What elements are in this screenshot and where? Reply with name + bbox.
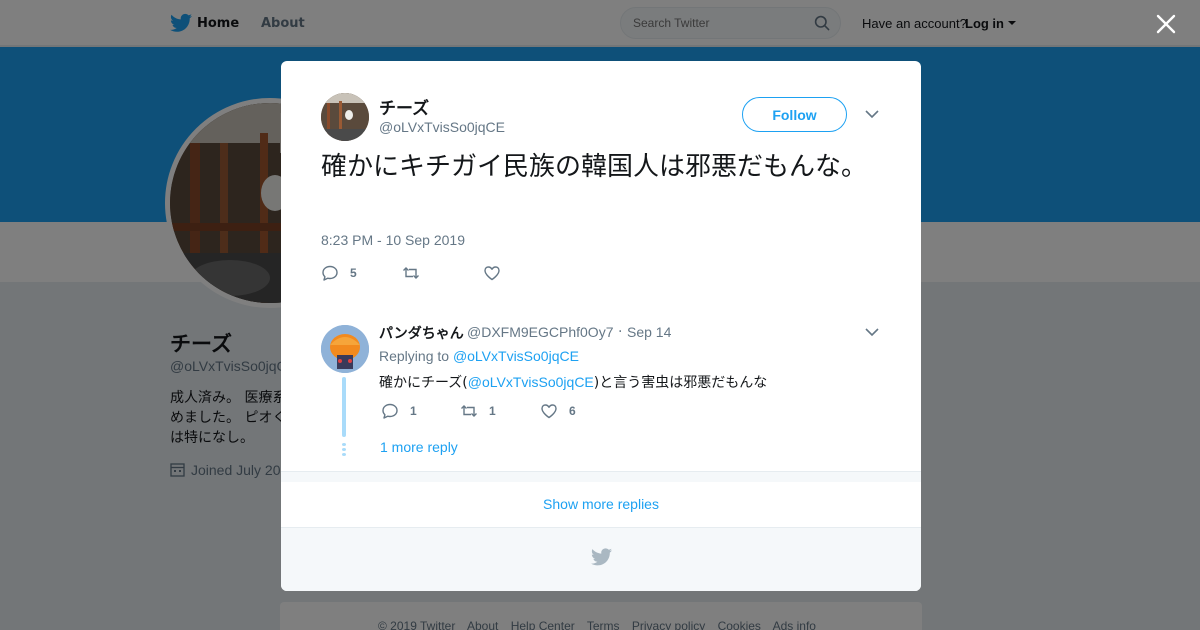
show-more-replies-button[interactable]: Show more replies	[281, 482, 921, 528]
tweet-author-name[interactable]: チーズ	[379, 94, 429, 119]
reply-mention-link[interactable]: @oLVxTvisSo0jqCE	[468, 374, 594, 390]
reply-author-avatar-photo	[321, 325, 369, 373]
tweet-author-avatar-photo	[321, 93, 369, 141]
reply-text: 確かにチーズ(@oLVxTvisSo0jqCE)と言う害虫は邪悪だもんな	[379, 372, 767, 392]
reply-reply-count: 1	[410, 404, 417, 418]
reply-retweet-count: 1	[489, 404, 496, 418]
reply-author-name[interactable]: パンダちゃん	[379, 323, 464, 343]
twitter-bird-icon	[591, 548, 612, 566]
reply-icon	[382, 403, 398, 419]
chevron-down-icon[interactable]	[865, 327, 879, 337]
more-reply-link[interactable]: 1 more reply	[380, 439, 458, 455]
reply-retweet-action[interactable]: 1	[460, 401, 496, 421]
retweet-action[interactable]	[402, 263, 431, 283]
heart-icon	[541, 404, 557, 419]
reply-author-avatar[interactable]	[321, 325, 369, 373]
tweet-author-handle[interactable]: @oLVxTvisSo0jqCE	[379, 119, 505, 135]
reply-text-after: )と言う害虫は邪悪だもんな	[593, 375, 768, 391]
retweet-icon	[403, 267, 419, 279]
tweet-timestamp[interactable]: 8:23 PM - 10 Sep 2019	[321, 232, 465, 248]
reply-date[interactable]: Sep 14	[627, 324, 671, 340]
modal-footer	[281, 528, 921, 591]
like-action[interactable]	[483, 263, 512, 283]
reply-author-handle[interactable]: @DXFM9EGCPhf0Oy7	[467, 324, 613, 340]
divider	[281, 304, 921, 305]
reply-action[interactable]: 5	[321, 263, 357, 283]
replying-to-link[interactable]: @oLVxTvisSo0jqCE	[453, 348, 579, 364]
close-icon[interactable]	[1155, 13, 1177, 35]
retweet-icon	[461, 405, 477, 417]
replying-to: Replying to @oLVxTvisSo0jqCE	[379, 348, 579, 364]
tweet-modal: チーズ @oLVxTvisSo0jqCE Follow 確かにキチガイ民族の韓国…	[281, 61, 921, 591]
thread-line	[342, 377, 346, 437]
chevron-down-icon[interactable]	[865, 109, 879, 119]
thread-dots	[342, 443, 346, 457]
replying-to-prefix: Replying to	[379, 348, 450, 364]
reply-like-action[interactable]: 6	[540, 401, 576, 421]
heart-icon	[484, 266, 500, 281]
follow-button[interactable]: Follow	[742, 97, 847, 132]
tweet-text: 確かにキチガイ民族の韓国人は邪悪だもんな。	[321, 152, 868, 182]
reply-separator-band	[281, 471, 921, 482]
reply-icon	[322, 265, 338, 281]
reply-reply-action[interactable]: 1	[381, 401, 417, 421]
tweet-author-avatar[interactable]	[321, 93, 369, 141]
reply-count: 5	[350, 266, 357, 280]
reply-separator: ·	[618, 324, 623, 340]
reply-text-before: 確かにチーズ(	[379, 375, 468, 391]
reply-like-count: 6	[569, 404, 576, 418]
